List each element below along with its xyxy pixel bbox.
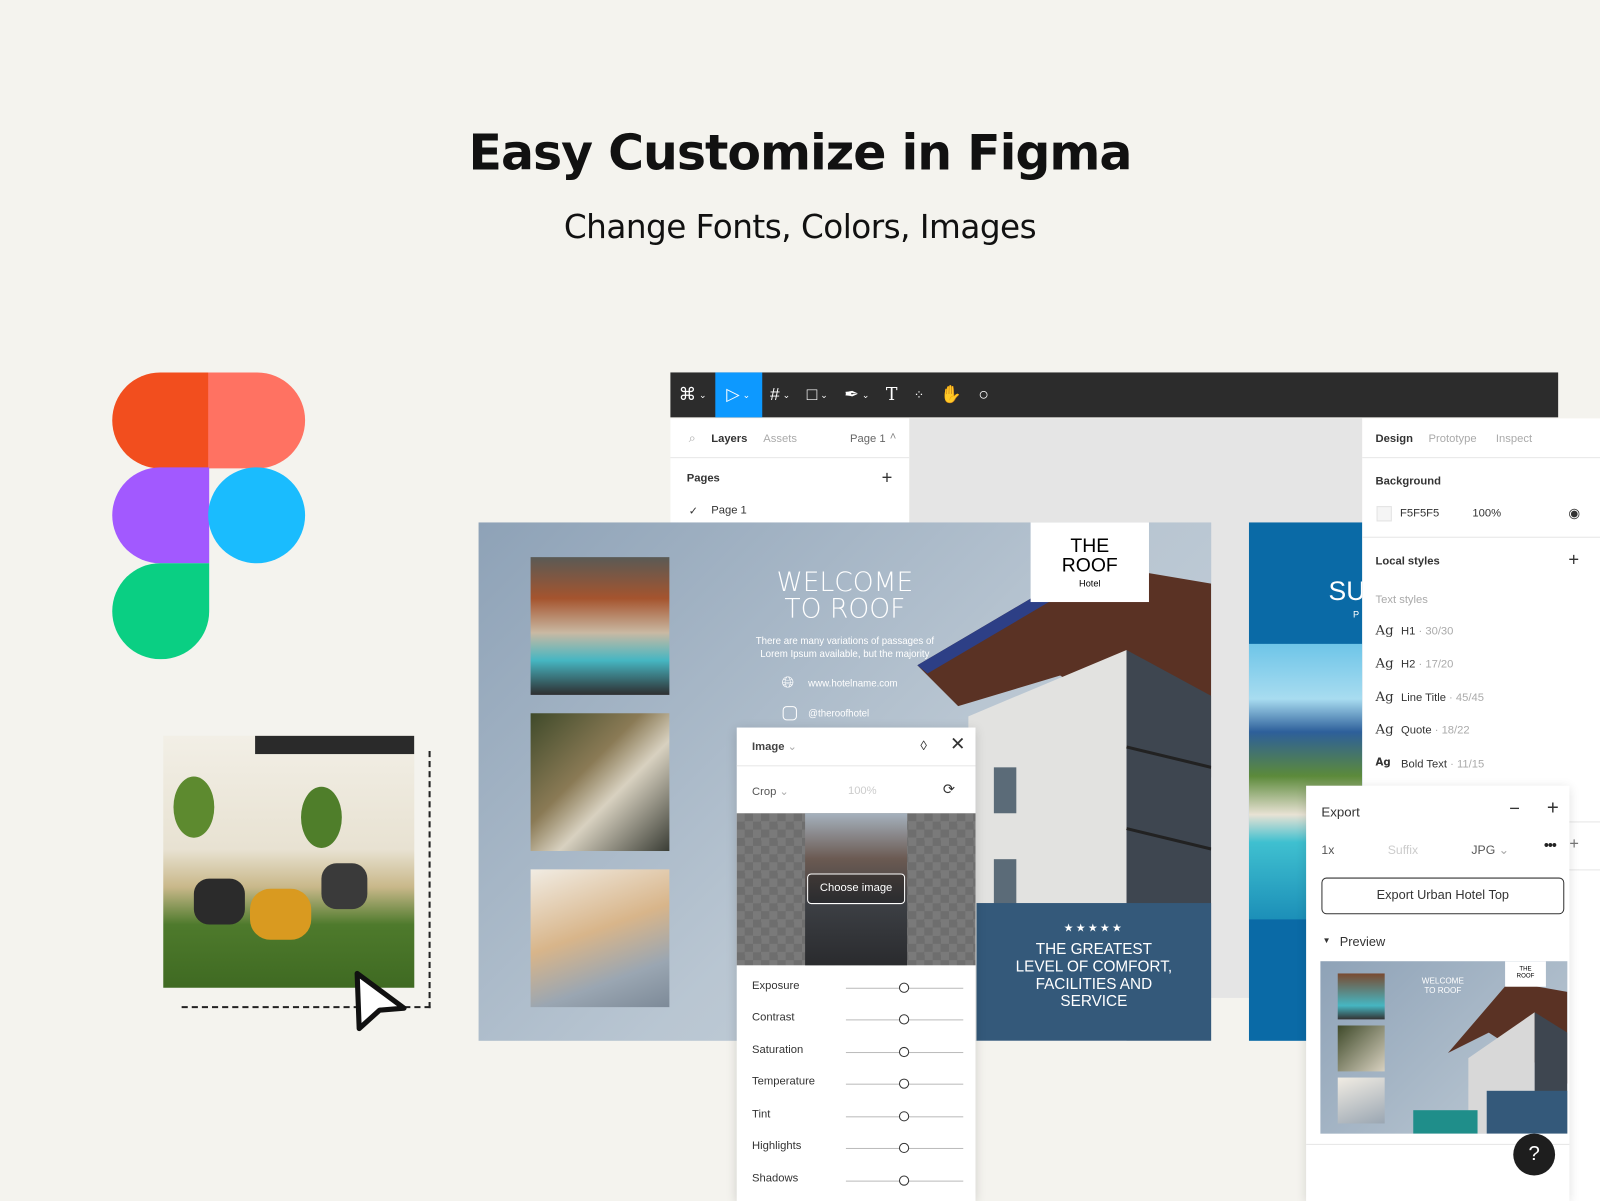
- contrast-slider[interactable]: Contrast: [737, 1009, 976, 1029]
- tab-layers[interactable]: Layers: [711, 433, 747, 445]
- temperature-slider[interactable]: Temperature: [737, 1073, 976, 1093]
- image-type-dropdown[interactable]: Image ⌄: [752, 740, 797, 753]
- resort-title: SU: [1328, 575, 1363, 607]
- slider-knob[interactable]: [898, 1078, 910, 1089]
- instagram-handle: @theroofhotel: [808, 708, 870, 720]
- intro-paragraph: There are many variations of passages of…: [755, 635, 935, 661]
- components-icon[interactable]: ⁘: [906, 372, 933, 417]
- export-title: Export: [1321, 804, 1360, 820]
- lounge-photo: [163, 735, 415, 988]
- exposure-slider[interactable]: Exposure: [737, 978, 976, 998]
- slider-knob[interactable]: [898, 1046, 910, 1058]
- opacity-drop-icon[interactable]: ◊: [920, 738, 927, 753]
- choose-image-button[interactable]: Choose image: [807, 873, 906, 905]
- caret-down-icon[interactable]: ▼: [1322, 936, 1330, 945]
- chevron-up-icon[interactable]: ˄: [890, 431, 897, 443]
- frame-tool-icon[interactable]: # ⌄: [762, 372, 799, 417]
- export-preview-image: WELCOME TO ROOF THE ROOF: [1320, 961, 1568, 1134]
- text-tool-icon[interactable]: T: [878, 372, 906, 417]
- cursor-icon: [354, 970, 407, 1032]
- instagram-icon: [782, 706, 797, 721]
- crop-dropdown[interactable]: Crop ⌄: [752, 785, 789, 798]
- slider-knob[interactable]: [898, 1142, 910, 1154]
- image-fill-panel: Image ⌄ ◊ ✕ Crop ⌄ 100% ⟳ Choose image E…: [736, 727, 976, 1201]
- tab-prototype[interactable]: Prototype: [1429, 433, 1477, 445]
- check-icon: ✓: [688, 505, 699, 518]
- add-icon[interactable]: +: [1569, 836, 1579, 854]
- export-button[interactable]: Export Urban Hotel Top: [1321, 877, 1565, 915]
- move-tool-icon[interactable]: ▷ ⌄: [714, 372, 762, 418]
- hero-subtitle: Change Fonts, Colors, Images: [563, 207, 1037, 246]
- figma-logo: [112, 372, 306, 660]
- preview-label[interactable]: Preview: [1340, 935, 1385, 949]
- remove-export-icon[interactable]: −: [1509, 798, 1520, 819]
- dining-table-photo: [530, 869, 670, 1008]
- background-label: Background: [1375, 475, 1441, 488]
- page-selector[interactable]: Page 1: [850, 433, 886, 445]
- add-style-icon[interactable]: +: [1568, 549, 1579, 570]
- tagline-box: ★★★★★ THE GREATEST LEVEL OF COMFORT, FAC…: [976, 903, 1212, 1041]
- eye-icon[interactable]: ◉: [1568, 505, 1580, 521]
- more-options-icon[interactable]: •••: [1544, 837, 1557, 853]
- comment-icon[interactable]: ○: [970, 372, 997, 417]
- hotel-logo-box: THE ROOF Hotel: [1030, 522, 1149, 603]
- tab-design[interactable]: Design: [1375, 433, 1412, 445]
- format-dropdown[interactable]: JPG ⌄: [1471, 843, 1508, 857]
- rating-stars: ★★★★★: [1063, 922, 1125, 935]
- tint-slider[interactable]: Tint: [737, 1106, 976, 1126]
- globe-icon: 🌐︎: [781, 674, 794, 692]
- slider-knob[interactable]: [898, 1175, 910, 1186]
- slider-knob[interactable]: [898, 1014, 910, 1025]
- background-swatch[interactable]: [1376, 506, 1392, 522]
- tab-inspect[interactable]: Inspect: [1496, 433, 1532, 445]
- website-link: www.hotelname.com: [808, 678, 898, 690]
- background-hex[interactable]: F5F5F5: [1400, 507, 1439, 519]
- shadows-slider[interactable]: Shadows: [737, 1170, 976, 1190]
- shape-tool-icon[interactable]: □ ⌄: [799, 372, 837, 417]
- slider-knob[interactable]: [898, 1111, 910, 1122]
- background-opacity[interactable]: 100%: [1472, 507, 1501, 519]
- hand-tool-icon[interactable]: ✋: [932, 372, 970, 417]
- local-styles-label: Local styles: [1375, 555, 1440, 568]
- hero-title: Easy Customize in Figma: [468, 124, 1133, 182]
- saturation-slider[interactable]: Saturation: [737, 1042, 976, 1062]
- tab-assets[interactable]: Assets: [763, 433, 797, 445]
- restaurant-photo: [530, 713, 670, 852]
- crop-scale[interactable]: 100%: [848, 785, 877, 797]
- layers-panel: ⌕ Layers Assets Page 1 ˄ Pages + ✓ Page …: [670, 418, 910, 523]
- search-icon[interactable]: ⌕: [689, 431, 696, 446]
- rotate-icon[interactable]: ⟳: [943, 781, 955, 798]
- text-styles-label: Text styles: [1375, 593, 1428, 607]
- help-button[interactable]: ?: [1513, 1133, 1556, 1176]
- pages-label: Pages: [686, 472, 720, 485]
- welcome-title: WELCOME TO ROOF: [776, 567, 914, 625]
- resort-sub: P: [1353, 609, 1360, 620]
- add-export-icon[interactable]: +: [1547, 797, 1559, 820]
- suffix-input[interactable]: Suffix: [1388, 843, 1418, 857]
- pool-photo: [530, 557, 670, 695]
- pen-tool-icon[interactable]: ✒ ⌄: [836, 372, 878, 417]
- image-preview: Choose image: [736, 813, 976, 966]
- highlights-slider[interactable]: Highlights: [737, 1138, 976, 1158]
- figma-toolbar: ⌘ ⌄ ▷ ⌄ # ⌄ □ ⌄ ✒ ⌄ T ⁘ ✋ ○: [670, 372, 1559, 418]
- page-item[interactable]: Page 1: [711, 504, 747, 516]
- close-icon[interactable]: ✕: [950, 734, 965, 755]
- figma-menu-icon[interactable]: ⌘ ⌄: [670, 372, 714, 417]
- slider-knob[interactable]: [898, 982, 910, 993]
- add-page-icon[interactable]: +: [882, 467, 893, 488]
- export-scale[interactable]: 1x: [1321, 843, 1334, 857]
